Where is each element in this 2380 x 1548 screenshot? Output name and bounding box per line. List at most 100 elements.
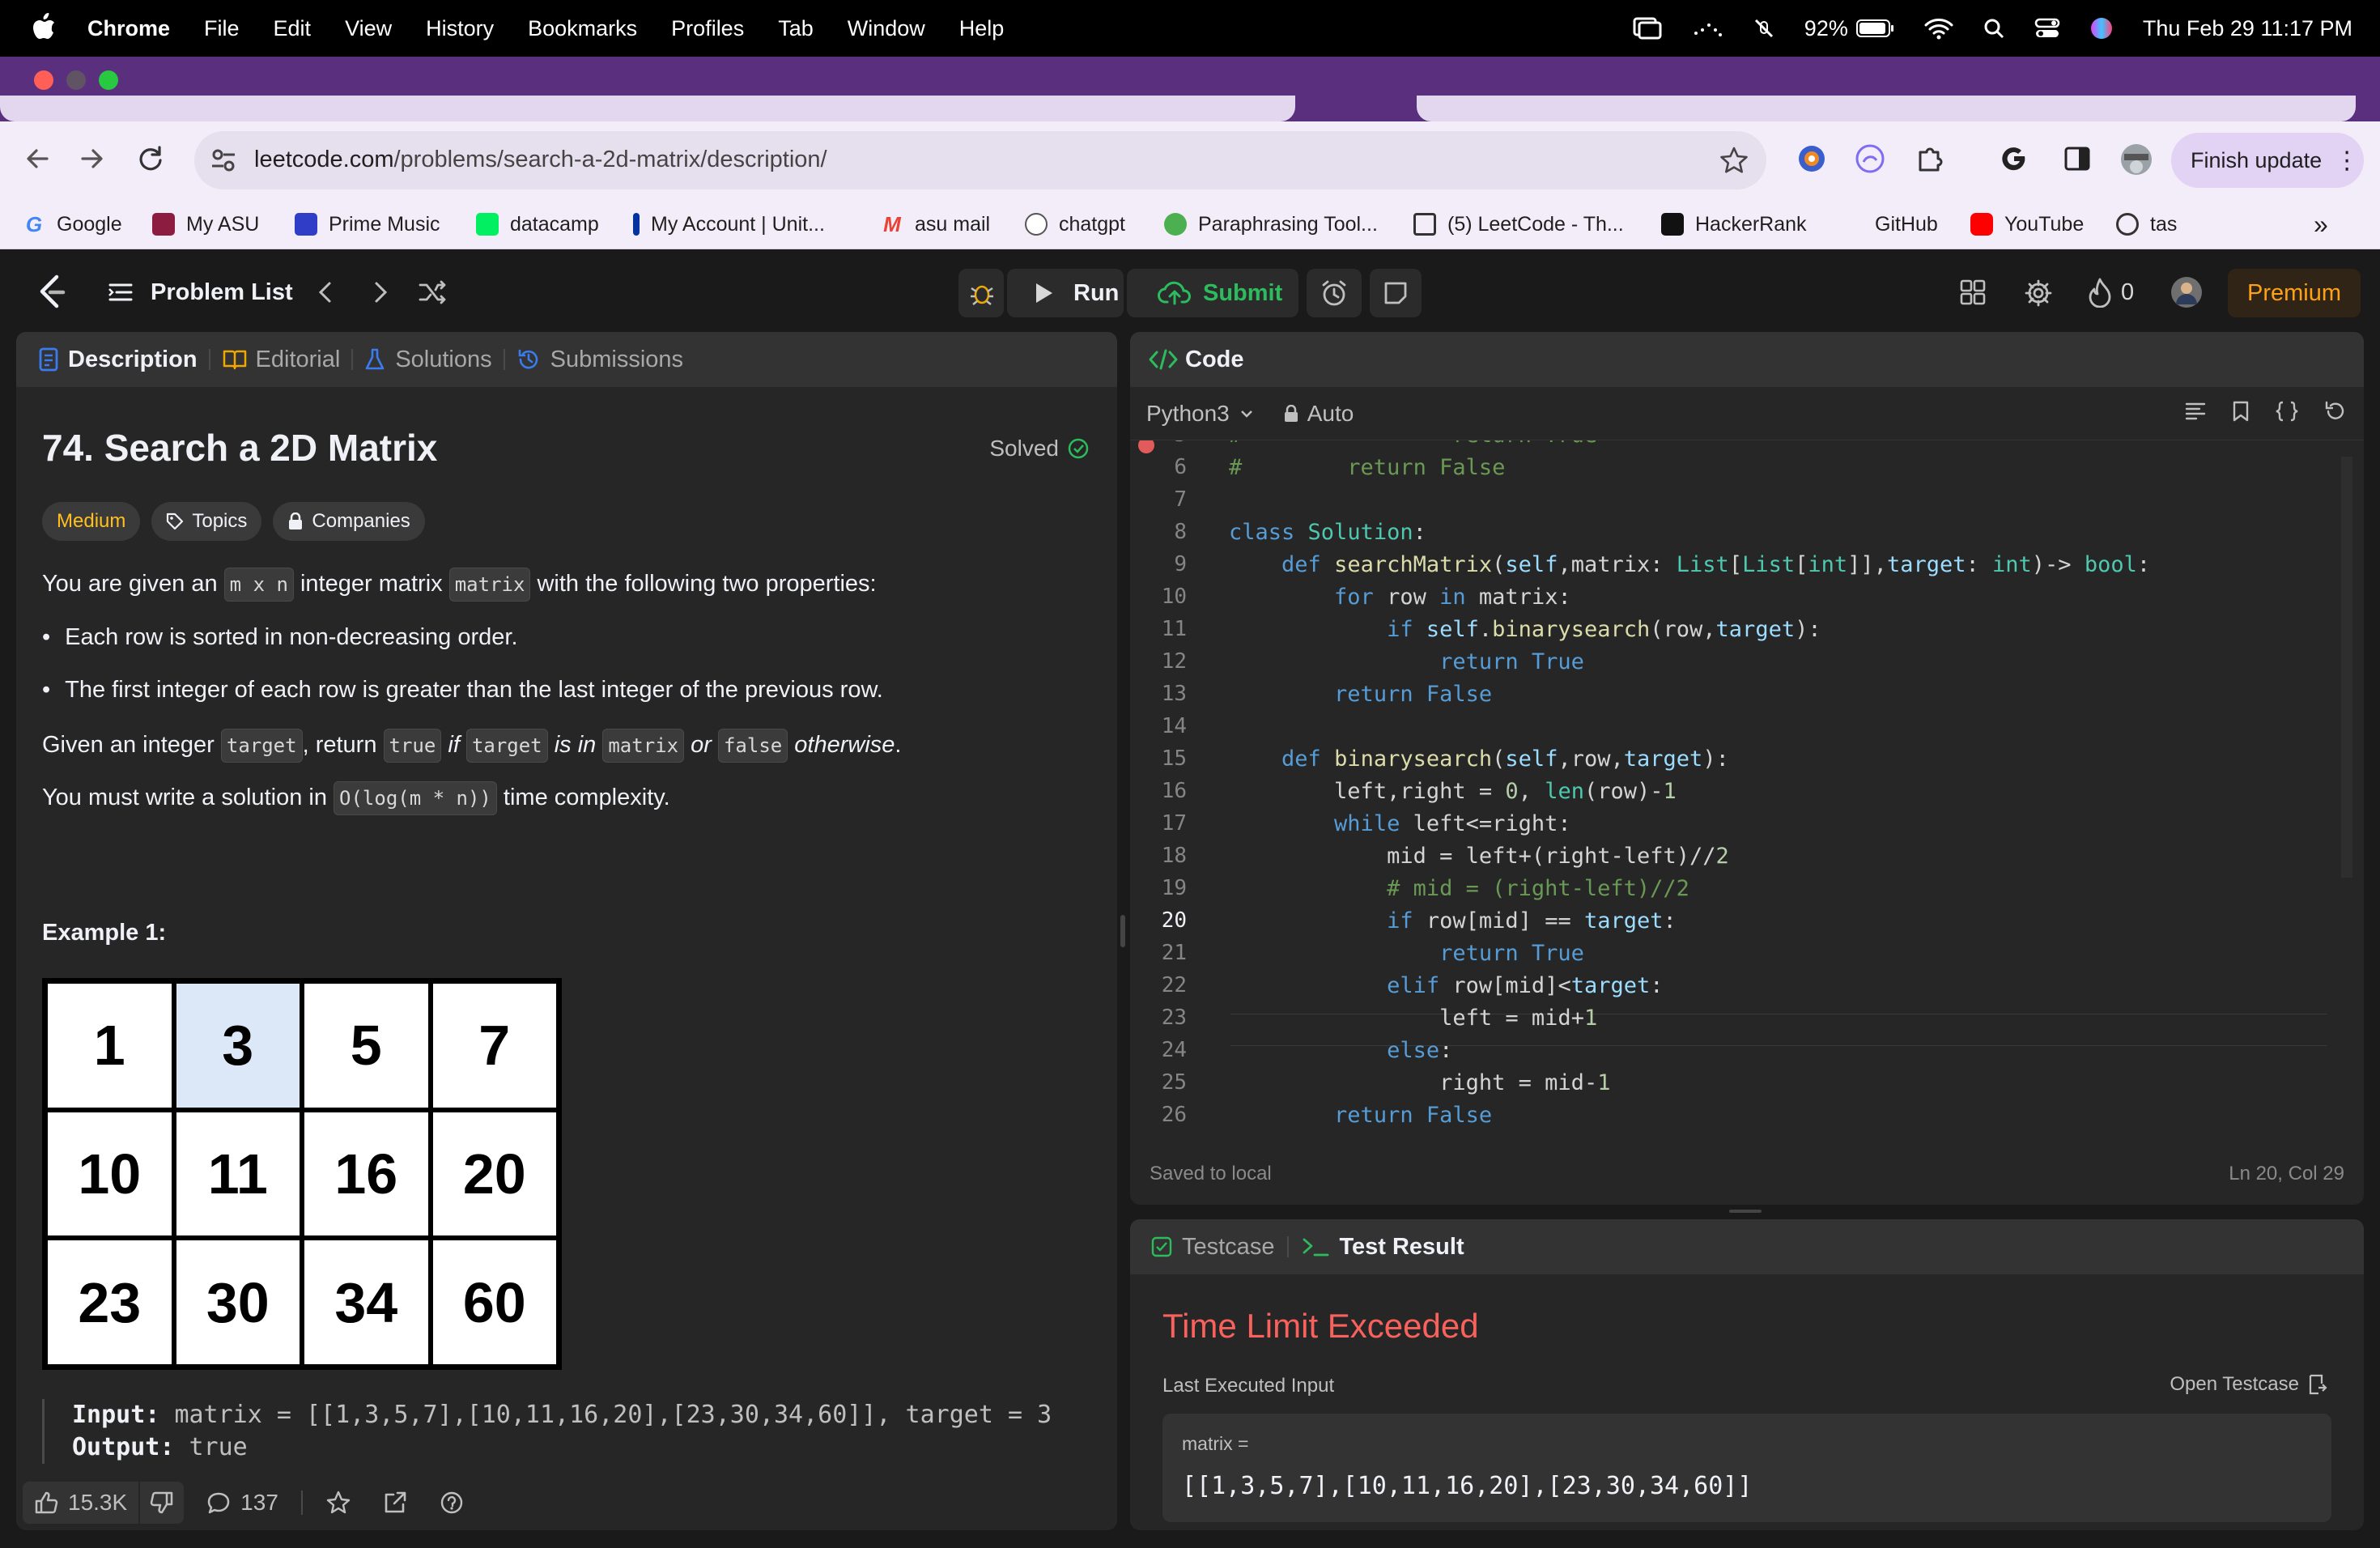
apple-icon[interactable] bbox=[32, 13, 57, 40]
reset-icon[interactable] bbox=[2323, 400, 2346, 423]
bookmark-prime-music[interactable]: Prime Music bbox=[295, 199, 440, 249]
bookmark-my-asu[interactable]: My ASU bbox=[152, 199, 259, 249]
debug-button[interactable] bbox=[958, 269, 1004, 317]
problem-title[interactable]: 74. Search a 2D Matrix bbox=[42, 426, 437, 470]
dots-status-icon[interactable] bbox=[1691, 19, 1723, 38]
browser-tab[interactable] bbox=[1417, 96, 2356, 121]
side-panel-icon[interactable] bbox=[2061, 142, 2093, 175]
settings-gear-icon[interactable] bbox=[2024, 279, 2053, 308]
menu-bookmarks[interactable]: Bookmarks bbox=[528, 16, 637, 41]
bookmark-github[interactable]: GitHub bbox=[1875, 199, 1938, 249]
tab-editorial[interactable]: Editorial bbox=[222, 347, 340, 373]
shuffle-icon[interactable] bbox=[418, 279, 447, 306]
code-editor[interactable]: 5 # return True 6 # return False 7 8 class Sol… bbox=[1130, 440, 2364, 1145]
wifi-icon[interactable] bbox=[1924, 17, 1953, 40]
tab-submissions[interactable]: Submissions bbox=[516, 347, 683, 373]
screen-mirror-icon[interactable] bbox=[1633, 17, 1662, 40]
streak-counter[interactable]: 0 bbox=[2087, 277, 2134, 308]
address-bar[interactable]: leetcode.com/problems/search-a-2d-matrix… bbox=[194, 131, 1766, 189]
minimize-window-button[interactable] bbox=[66, 70, 86, 90]
favorite-star-icon[interactable] bbox=[325, 1490, 351, 1516]
tab-testcase[interactable]: Testcase bbox=[1151, 1234, 1274, 1261]
dislike-button[interactable] bbox=[140, 1482, 185, 1524]
language-select[interactable]: Python3 bbox=[1146, 401, 1256, 427]
submit-button[interactable]: Submit bbox=[1127, 269, 1298, 317]
extensions-puzzle-icon[interactable] bbox=[1914, 142, 1946, 175]
bookmark-icon[interactable] bbox=[2231, 400, 2250, 423]
menu-view[interactable]: View bbox=[345, 16, 392, 41]
clock-datetime[interactable]: Thu Feb 29 11:17 PM bbox=[2143, 16, 2352, 41]
bookmark-star-icon[interactable] bbox=[1719, 146, 1749, 175]
reload-icon[interactable] bbox=[136, 144, 165, 173]
extension-circle-icon[interactable] bbox=[1796, 142, 1828, 175]
finish-update-button[interactable]: Finish update ⋮ bbox=[2171, 133, 2364, 188]
bookmark-chatgpt[interactable]: chatgpt bbox=[1025, 199, 1125, 249]
battery-status[interactable]: 92% bbox=[1804, 16, 1895, 41]
menu-file[interactable]: File bbox=[204, 16, 240, 41]
menu-help[interactable]: Help bbox=[959, 16, 1005, 41]
menu-profiles[interactable]: Profiles bbox=[671, 16, 744, 41]
extension-swirl-icon[interactable] bbox=[1854, 142, 1886, 175]
bookmark-leetcode[interactable]: (5) LeetCode - Th... bbox=[1413, 199, 1624, 249]
code-scrollbar[interactable] bbox=[2341, 457, 2352, 878]
layout-icon[interactable] bbox=[1959, 279, 1987, 306]
site-info-icon[interactable] bbox=[209, 146, 238, 175]
url-text[interactable]: leetcode.com/problems/search-a-2d-matrix… bbox=[254, 147, 827, 173]
next-problem-icon[interactable] bbox=[366, 279, 393, 306]
comments-button[interactable]: 137 bbox=[206, 1490, 278, 1516]
help-icon[interactable] bbox=[439, 1490, 465, 1516]
notes-button[interactable] bbox=[1370, 269, 1422, 317]
spotlight-search-icon[interactable] bbox=[1983, 17, 2005, 40]
bookmark-youtube[interactable]: YouTube bbox=[1970, 199, 2084, 249]
braces-icon[interactable] bbox=[2275, 400, 2299, 423]
menu-window[interactable]: Window bbox=[848, 16, 925, 41]
format-icon[interactable] bbox=[2184, 400, 2207, 423]
tab-test-result[interactable]: Test Result bbox=[1302, 1234, 1464, 1261]
bookmark-tas[interactable]: tas bbox=[2116, 199, 2177, 249]
input-var-value[interactable]: [[1,3,5,7],[10,11,16,20],[23,30,34,60]] bbox=[1182, 1472, 1752, 1500]
leetcode-logo-icon[interactable] bbox=[36, 274, 68, 311]
menu-tab[interactable]: Tab bbox=[778, 16, 814, 41]
profile-avatar[interactable] bbox=[2119, 142, 2153, 176]
control-center-icon[interactable] bbox=[2034, 17, 2060, 40]
browser-tab-active[interactable] bbox=[0, 96, 1295, 121]
menu-history[interactable]: History bbox=[426, 16, 494, 41]
bookmark-paraphrasing-tool[interactable]: Paraphrasing Tool... bbox=[1164, 199, 1378, 249]
more-vert-icon[interactable]: ⋮ bbox=[2335, 147, 2359, 175]
problem-list-button[interactable]: Problem List bbox=[107, 249, 293, 335]
autocomplete-mode[interactable]: Auto bbox=[1283, 401, 1354, 427]
premium-button[interactable]: Premium bbox=[2228, 269, 2361, 317]
forward-icon[interactable] bbox=[78, 144, 107, 173]
topics-button[interactable]: Topics bbox=[151, 502, 262, 541]
book-icon bbox=[223, 350, 246, 370]
google-g-icon[interactable] bbox=[1998, 142, 2030, 175]
bookmark-hackerrank[interactable]: HackerRank bbox=[1661, 199, 1807, 249]
bookmark-datacamp[interactable]: datacamp bbox=[476, 199, 599, 249]
menu-app-chrome[interactable]: Chrome bbox=[87, 16, 170, 41]
mic-off-icon[interactable] bbox=[1753, 17, 1775, 40]
tab-solutions[interactable]: Solutions bbox=[364, 347, 492, 373]
share-icon[interactable] bbox=[382, 1490, 408, 1516]
prev-problem-icon[interactable] bbox=[312, 279, 340, 306]
run-button[interactable]: Run bbox=[1007, 269, 1124, 317]
line-text: return False bbox=[1334, 682, 1493, 707]
user-avatar[interactable] bbox=[2170, 275, 2204, 309]
bookmark-google[interactable]: G Google bbox=[23, 199, 122, 249]
menu-edit[interactable]: Edit bbox=[274, 16, 312, 41]
horizontal-resize-handle[interactable] bbox=[1729, 1210, 1762, 1213]
tab-description[interactable]: Description bbox=[39, 347, 198, 373]
lock-icon bbox=[1284, 404, 1298, 422]
back-icon[interactable] bbox=[23, 144, 52, 173]
open-testcase-button[interactable]: Open Testcase bbox=[2170, 1373, 2328, 1396]
siri-icon[interactable] bbox=[2089, 16, 2114, 40]
timer-button[interactable] bbox=[1307, 269, 1362, 317]
more-bookmarks-icon[interactable]: » bbox=[2314, 199, 2328, 249]
close-window-button[interactable] bbox=[34, 70, 53, 90]
companies-button[interactable]: Companies bbox=[273, 502, 425, 541]
bookmark-asu-mail[interactable]: Masu mail bbox=[881, 199, 990, 249]
vertical-resize-handle[interactable] bbox=[1120, 915, 1125, 947]
bookmark-my-account[interactable]: My Account | Unit... bbox=[633, 199, 825, 249]
like-count: 15.3K bbox=[68, 1490, 128, 1515]
like-button[interactable]: 15.3K bbox=[23, 1482, 139, 1524]
zoom-window-button[interactable] bbox=[99, 70, 118, 90]
